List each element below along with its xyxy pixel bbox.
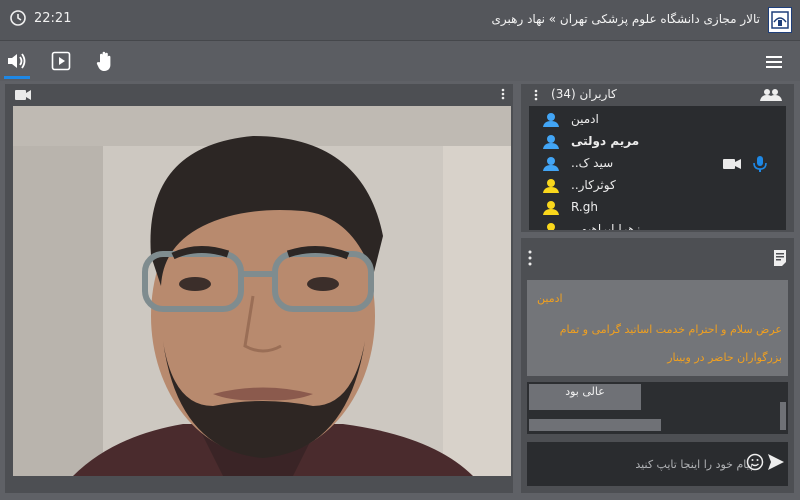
user-name: R.gh <box>571 200 598 214</box>
user-list: ادمین مریم دولتی سید ک.. کوثرکار.. R.gh … <box>529 106 786 230</box>
chat-message: ادمین عرض سلام و احترام خدمت اساتید گرام… <box>527 280 788 376</box>
users-panel-header: کاربران (34) <box>521 84 794 106</box>
chat-panel: ادمین عرض سلام و احترام خدمت اساتید گرام… <box>521 238 794 493</box>
chat-author: ادمین <box>537 292 563 305</box>
play-icon <box>51 51 71 71</box>
webcam-video[interactable] <box>13 106 511 476</box>
video-panel <box>5 84 513 493</box>
camera-icon <box>723 159 741 169</box>
users-panel: کاربران (34) ادمین مریم دولتی سید ک.. کو… <box>521 84 794 232</box>
user-icon <box>543 179 559 193</box>
emoji-icon[interactable] <box>746 453 764 471</box>
audio-button[interactable] <box>2 47 32 75</box>
user-name: ادمین <box>571 112 599 126</box>
more-vertical-icon[interactable] <box>528 250 532 266</box>
user-icon <box>543 113 559 127</box>
user-name: کوثرکار.. <box>571 178 616 192</box>
users-title: کاربران (34) <box>551 87 617 101</box>
chat-message-text: عرض سلام و احترام خدمت اساتید گرامی و تم… <box>559 323 782 364</box>
send-icon[interactable] <box>768 454 784 470</box>
page-title: تالار مجازی دانشگاه علوم پزشکی تهران » ن… <box>491 12 760 26</box>
play-button[interactable] <box>46 47 76 75</box>
active-tab-indicator <box>4 76 30 79</box>
list-item[interactable]: سید ک.. <box>529 153 786 175</box>
user-icon <box>543 201 559 215</box>
video-panel-header <box>5 84 513 104</box>
list-item[interactable]: مریم دولتی <box>529 131 786 153</box>
clock: 22:21 <box>10 10 71 26</box>
chat-input[interactable] <box>527 442 757 486</box>
chat-log[interactable]: عالی بود <box>527 382 788 434</box>
chat-reply-bubble: عالی بود <box>529 384 641 410</box>
camera-icon <box>15 90 31 100</box>
clock-time: 22:21 <box>34 10 72 26</box>
user-name: مریم دولتی <box>571 134 640 148</box>
toolbar <box>0 41 800 81</box>
menu-icon <box>766 56 782 68</box>
presenter-video-frame <box>13 106 511 476</box>
top-bar: 22:21 تالار مجازی دانشگاه علوم پزشکی تهر… <box>0 0 800 41</box>
more-vertical-icon[interactable] <box>534 89 538 101</box>
list-item[interactable]: زهرا ابراهیمی <box>529 219 786 230</box>
clock-icon <box>10 10 26 26</box>
list-item[interactable]: کوثرکار.. <box>529 175 786 197</box>
user-name: سید ک.. <box>571 156 614 170</box>
microphone-icon <box>753 156 767 172</box>
list-item[interactable]: R.gh <box>529 197 786 219</box>
raise-hand-button[interactable] <box>90 47 120 75</box>
more-vertical-icon[interactable] <box>501 88 505 100</box>
vertical-scrollbar[interactable] <box>780 402 786 430</box>
user-icon <box>543 157 559 171</box>
university-logo <box>768 7 792 33</box>
menu-button[interactable] <box>766 53 782 72</box>
chat-input-area <box>527 442 788 486</box>
list-item[interactable]: ادمین <box>529 109 786 131</box>
video-footer <box>5 476 513 493</box>
users-group-icon <box>760 89 782 101</box>
horizontal-scrollbar[interactable] <box>529 419 661 431</box>
speaker-icon <box>8 53 26 69</box>
notes-icon[interactable] <box>774 250 786 266</box>
user-icon <box>547 223 555 230</box>
user-icon <box>543 135 559 149</box>
user-name: زهرا ابراهیمی <box>571 222 641 230</box>
hand-icon <box>96 51 111 71</box>
